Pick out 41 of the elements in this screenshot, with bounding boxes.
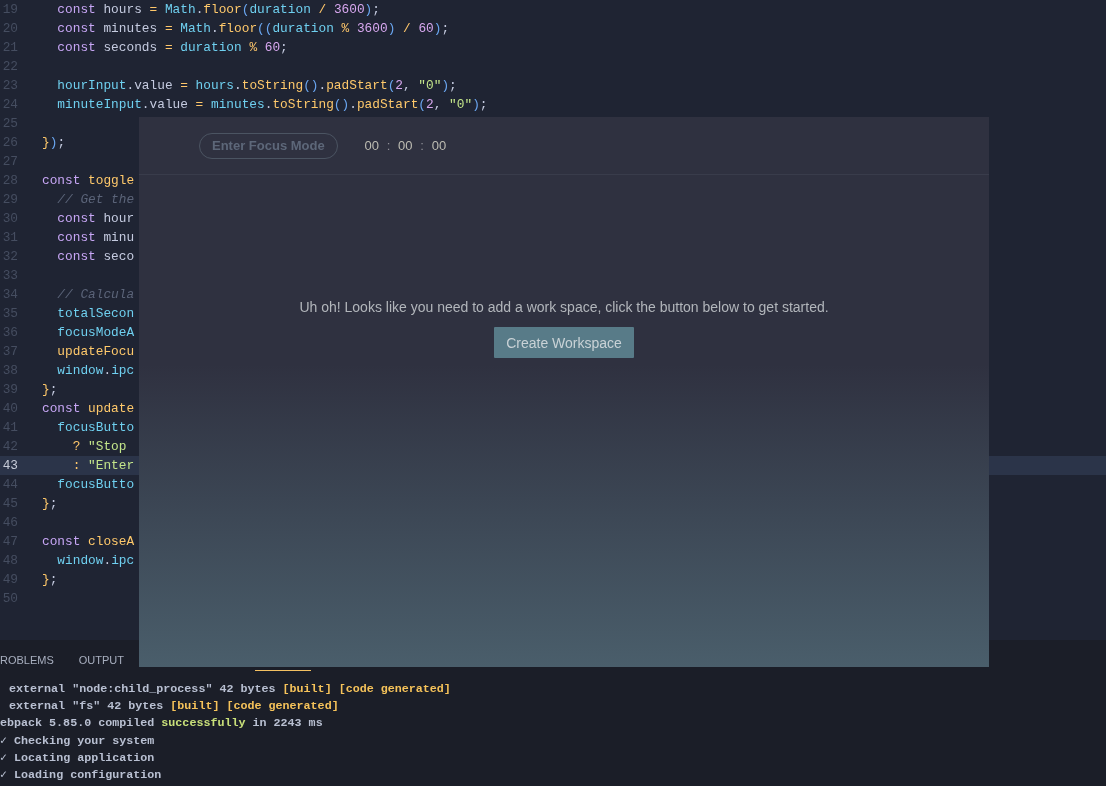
code-line: focusModeA xyxy=(56,325,135,340)
code-line: focusButto xyxy=(56,477,135,492)
code-line: window.ipc xyxy=(56,363,135,378)
code-line: hourInput.value = hours.toString().padStart(2, "0"); xyxy=(56,78,457,93)
code-line: const seconds = duration % 60; xyxy=(56,40,288,55)
code-line: focusButto xyxy=(56,420,135,435)
terminal-line: external "node:child_process" 42 bytes [built] [code generated] xyxy=(8,682,452,698)
time-field[interactable]: 00 xyxy=(362,138,381,153)
code-line: }; xyxy=(42,496,58,511)
code-line: const seco xyxy=(56,249,135,264)
code-line: totalSecon xyxy=(56,306,135,321)
code-line: }); xyxy=(42,135,66,150)
code-line: }; xyxy=(42,572,58,587)
code-line: const minu xyxy=(56,230,135,245)
code-line: const hours = Math.floor(duration / 3600); xyxy=(56,2,380,17)
terminal-line: ebpack 5.85.0 compiled successfully in 2243 ms xyxy=(0,716,324,732)
terminal-line: ✓ Loading configuration xyxy=(0,767,163,784)
terminal-line: ✓ Checking your system xyxy=(0,733,156,750)
code-line: const minutes = Math.floor((duration % 3600) / 60); xyxy=(56,21,450,36)
empty-message: Uh oh! Looks like you need to add a work space, click the button below to get started. xyxy=(299,299,829,315)
code-line: const update xyxy=(42,401,135,416)
terminal-line: ✓ Locating application xyxy=(0,750,156,767)
time-separator: : xyxy=(386,138,391,153)
time-field[interactable]: 00 xyxy=(429,138,448,153)
line-number: 43 xyxy=(1,458,18,473)
code-line: // Get the xyxy=(56,192,135,207)
code-line: ? "Stop xyxy=(71,439,127,454)
code-line: // Calcula xyxy=(56,287,135,302)
terminal-line: external "fs" 42 bytes [built] [code generated] xyxy=(8,699,340,715)
code-line: minuteInput.value = minutes.toString().padStart(2, "0"); xyxy=(56,97,488,112)
code-line: const hour xyxy=(56,211,135,226)
code-line: window.ipc xyxy=(56,553,135,568)
code-line: : "Enter xyxy=(71,458,135,473)
panel-tab[interactable]: ROBLEMS xyxy=(0,642,54,678)
code-line: const toggle xyxy=(42,173,135,188)
time-field[interactable]: 00 xyxy=(396,138,415,153)
code-line: }; xyxy=(42,382,58,397)
code-line: updateFocu xyxy=(56,344,135,359)
code-line: const closeA xyxy=(42,534,135,549)
time-separator: : xyxy=(420,138,424,153)
panel-tab[interactable]: OUTPUT xyxy=(78,642,125,678)
